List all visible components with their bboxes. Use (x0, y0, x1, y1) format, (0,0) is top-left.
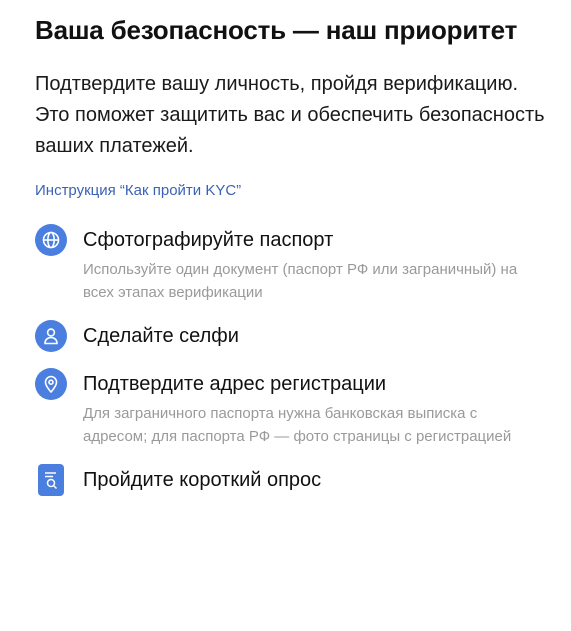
steps-list: Сфотографируйте паспорт Используйте один… (35, 224, 545, 496)
step-address: Подтвердите адрес регистрации Для загран… (35, 368, 545, 448)
step-passport-photo: Сфотографируйте паспорт Используйте один… (35, 224, 545, 304)
step-description: Для заграничного паспорта нужна банковск… (83, 405, 512, 445)
step-title: Сфотографируйте паспорт (83, 229, 334, 251)
step-description: Используйте один документ (паспорт РФ ил… (83, 261, 518, 301)
globe-icon (35, 224, 67, 256)
step-survey: Пройдите короткий опрос (35, 464, 545, 496)
document-search-icon (38, 464, 64, 496)
step-title: Сделайте селфи (83, 325, 239, 347)
step-selfie: Сделайте селфи (35, 320, 545, 352)
kyc-instruction-link[interactable]: Инструкция “Как пройти KYC” (35, 180, 241, 202)
step-title: Подтвердите адрес регистрации (83, 373, 387, 395)
page-title: Ваша безопасность — наш приоритет (35, 15, 518, 45)
kyc-intro: Ваша безопасность — наш приоритет Подтве… (35, 12, 545, 496)
location-pin-icon (35, 368, 67, 400)
page-subtitle: Подтвердите вашу личность, пройдя верифи… (35, 73, 545, 157)
user-icon (35, 320, 67, 352)
step-title: Пройдите короткий опрос (83, 469, 322, 491)
